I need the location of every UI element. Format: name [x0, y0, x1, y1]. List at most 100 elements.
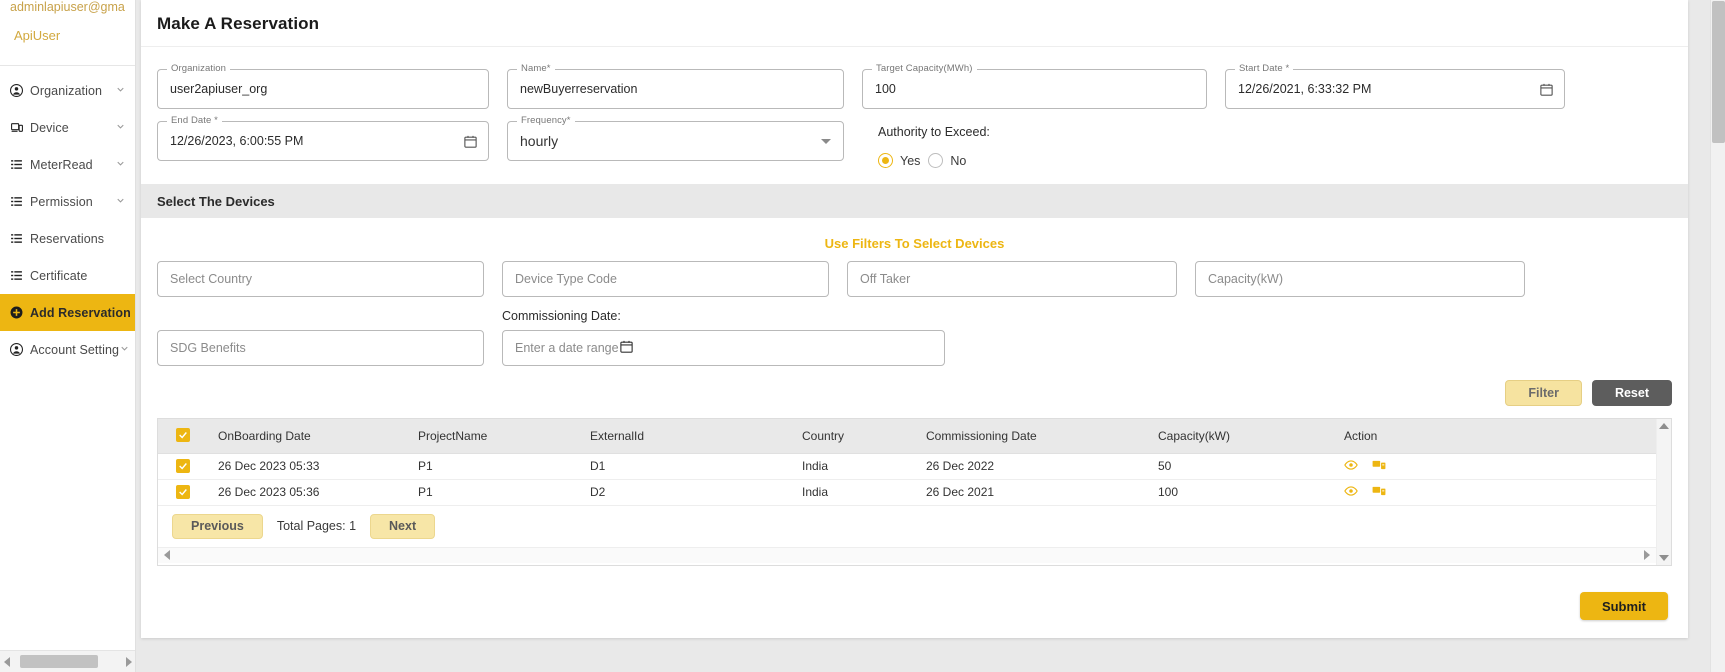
chevron-down-icon[interactable]	[821, 138, 831, 144]
scroll-left-arrow-icon[interactable]	[4, 656, 10, 667]
sidebar-item-label: Permission	[30, 194, 93, 209]
table-row[interactable]: 26 Dec 2023 05:36 P1 D2 India 26 Dec 202…	[158, 479, 1656, 506]
target-capacity-value: 100	[875, 82, 896, 96]
scroll-down-arrow-icon[interactable]	[1659, 555, 1669, 561]
sdg-spacer	[157, 309, 484, 324]
organization-label: Organization	[167, 64, 231, 74]
organization-field[interactable]: Organization user2apiuser_org	[157, 64, 489, 109]
scroll-left-arrow-icon[interactable]	[164, 550, 170, 560]
sdg-placeholder: SDG Benefits	[170, 341, 246, 355]
authority-yes-label: Yes	[900, 153, 921, 168]
table-row[interactable]: 26 Dec 2023 05:33 P1 D1 India 26 Dec 202…	[158, 453, 1656, 480]
calendar-icon[interactable]	[619, 339, 634, 357]
table-horizontal-scrollbar[interactable]	[158, 546, 1656, 563]
cell-capacity: 50	[1150, 453, 1336, 480]
select-all-header[interactable]	[158, 419, 210, 454]
row-checkbox[interactable]	[176, 484, 190, 499]
end-date-field[interactable]: End Date * 12/26/2023, 6:00:55 PM	[157, 116, 489, 168]
column-action: Action	[1336, 419, 1656, 454]
pagination: Previous Total Pages: 1 Next	[158, 505, 1656, 547]
sidebar-item-device[interactable]: Device	[0, 109, 135, 146]
authority-no-radio[interactable]: No	[928, 153, 966, 168]
name-value: newBuyerreservation	[520, 82, 638, 96]
table-vertical-scrollbar[interactable]	[1656, 419, 1671, 565]
list-icon	[10, 269, 30, 282]
reset-button[interactable]: Reset	[1591, 380, 1672, 406]
commissioning-date-label: Commissioning Date:	[502, 309, 621, 323]
capacity-placeholder: Capacity(kW)	[1208, 272, 1284, 286]
column-external-id: ExternalId	[582, 419, 794, 454]
sidebar-horizontal-scrollbar[interactable]	[0, 650, 135, 672]
target-capacity-field[interactable]: Target Capacity(MWh) 100	[862, 64, 1207, 109]
scroll-right-arrow-icon[interactable]	[126, 656, 132, 667]
scroll-right-arrow-icon[interactable]	[1644, 550, 1650, 560]
off-taker-placeholder: Off Taker	[860, 272, 911, 286]
row-checkbox-cell[interactable]	[158, 479, 210, 506]
cell-onboarding-date: 26 Dec 2023 05:36	[210, 479, 410, 506]
cell-project-name: P1	[410, 453, 582, 480]
sidebar-item-label: Certificate	[30, 268, 88, 283]
next-page-button[interactable]: Next	[370, 513, 436, 539]
row-checkbox-cell[interactable]	[158, 453, 210, 480]
scrollbar-thumb[interactable]	[20, 655, 98, 668]
cell-commissioning-date: 26 Dec 2022	[918, 453, 1150, 480]
sidebar-item-reservations[interactable]: Reservations	[0, 220, 135, 257]
country-select[interactable]: Select Country	[157, 261, 484, 297]
column-capacity: Capacity(kW)	[1150, 419, 1336, 454]
submit-button[interactable]: Submit	[1579, 592, 1668, 620]
sidebar-item-add-reservation[interactable]: Add Reservation	[0, 294, 135, 331]
device-filters: Use Filters To Select Devices Select Cou…	[141, 218, 1688, 366]
form-row-1: Organization user2apiuser_org Name* newB…	[157, 57, 1672, 109]
plus-circle-icon	[10, 306, 30, 319]
page-vertical-scrollbar[interactable]	[1710, 0, 1725, 672]
sidebar-item-organization[interactable]: Organization	[0, 72, 135, 109]
scrollbar-thumb[interactable]	[1712, 1, 1725, 143]
sdg-benefits-select[interactable]: SDG Benefits	[157, 330, 484, 366]
cell-external-id: D1	[582, 453, 794, 480]
authority-no-label: No	[950, 153, 967, 168]
authority-yes-radio[interactable]: Yes	[878, 153, 920, 168]
scroll-up-arrow-icon[interactable]	[1659, 423, 1669, 429]
view-eye-icon[interactable]	[1344, 458, 1358, 475]
sidebar-item-meterread[interactable]: MeterRead	[0, 146, 135, 183]
filter-buttons: Filter Reset	[141, 366, 1688, 406]
device-detail-icon[interactable]	[1372, 458, 1386, 475]
sidebar-user-block: adminlapiuser@gmail.c ApiUser	[0, 0, 135, 43]
account-circle-icon	[10, 84, 30, 97]
commissioning-date-range-input[interactable]: Enter a date range	[502, 330, 945, 366]
start-date-field[interactable]: Start Date * 12/26/2021, 6:33:32 PM	[1225, 64, 1565, 109]
sidebar-item-permission[interactable]: Permission	[0, 183, 135, 220]
sidebar-item-label: Add Reservation	[30, 305, 131, 320]
sidebar-nav: Organization Device MeterRead Permission…	[0, 66, 135, 368]
sidebar-item-certificate[interactable]: Certificate	[0, 257, 135, 294]
device-detail-icon[interactable]	[1372, 484, 1386, 501]
devices-table-container: OnBoarding Date ProjectName ExternalId C…	[157, 418, 1672, 566]
cell-capacity: 100	[1150, 479, 1336, 506]
filters-title: Use Filters To Select Devices	[824, 236, 1005, 251]
off-taker-select[interactable]: Off Taker	[847, 261, 1177, 297]
filter-button[interactable]: Filter	[1505, 380, 1582, 406]
frequency-field[interactable]: Frequency* hourly	[507, 116, 844, 168]
sidebar: adminlapiuser@gmail.c ApiUser Organizati…	[0, 0, 136, 672]
select-devices-header: Select The Devices	[141, 184, 1688, 218]
end-date-label: End Date *	[167, 116, 222, 126]
previous-page-button[interactable]: Previous	[172, 513, 263, 539]
chevron-down-icon	[119, 343, 131, 357]
select-all-checkbox[interactable]	[176, 428, 190, 443]
cell-actions	[1336, 479, 1656, 506]
calendar-icon[interactable]	[1539, 82, 1554, 97]
cell-country: India	[794, 479, 918, 506]
capacity-input[interactable]: Capacity(kW)	[1195, 261, 1525, 297]
calendar-icon[interactable]	[463, 134, 478, 149]
radio-selected-icon	[878, 153, 893, 168]
row-checkbox[interactable]	[176, 458, 190, 473]
submit-row: Submit	[141, 566, 1688, 638]
view-eye-icon[interactable]	[1344, 484, 1358, 501]
main-content: Make A Reservation Organization user2api…	[136, 0, 1725, 672]
name-field[interactable]: Name* newBuyerreservation	[507, 64, 844, 109]
sidebar-item-account-setting[interactable]: Account Setting	[0, 331, 135, 368]
card-header: Make A Reservation	[141, 0, 1688, 47]
column-commissioning-date: Commissioning Date	[918, 419, 1150, 454]
device-type-code-select[interactable]: Device Type Code	[502, 261, 829, 297]
list-icon	[10, 232, 30, 245]
